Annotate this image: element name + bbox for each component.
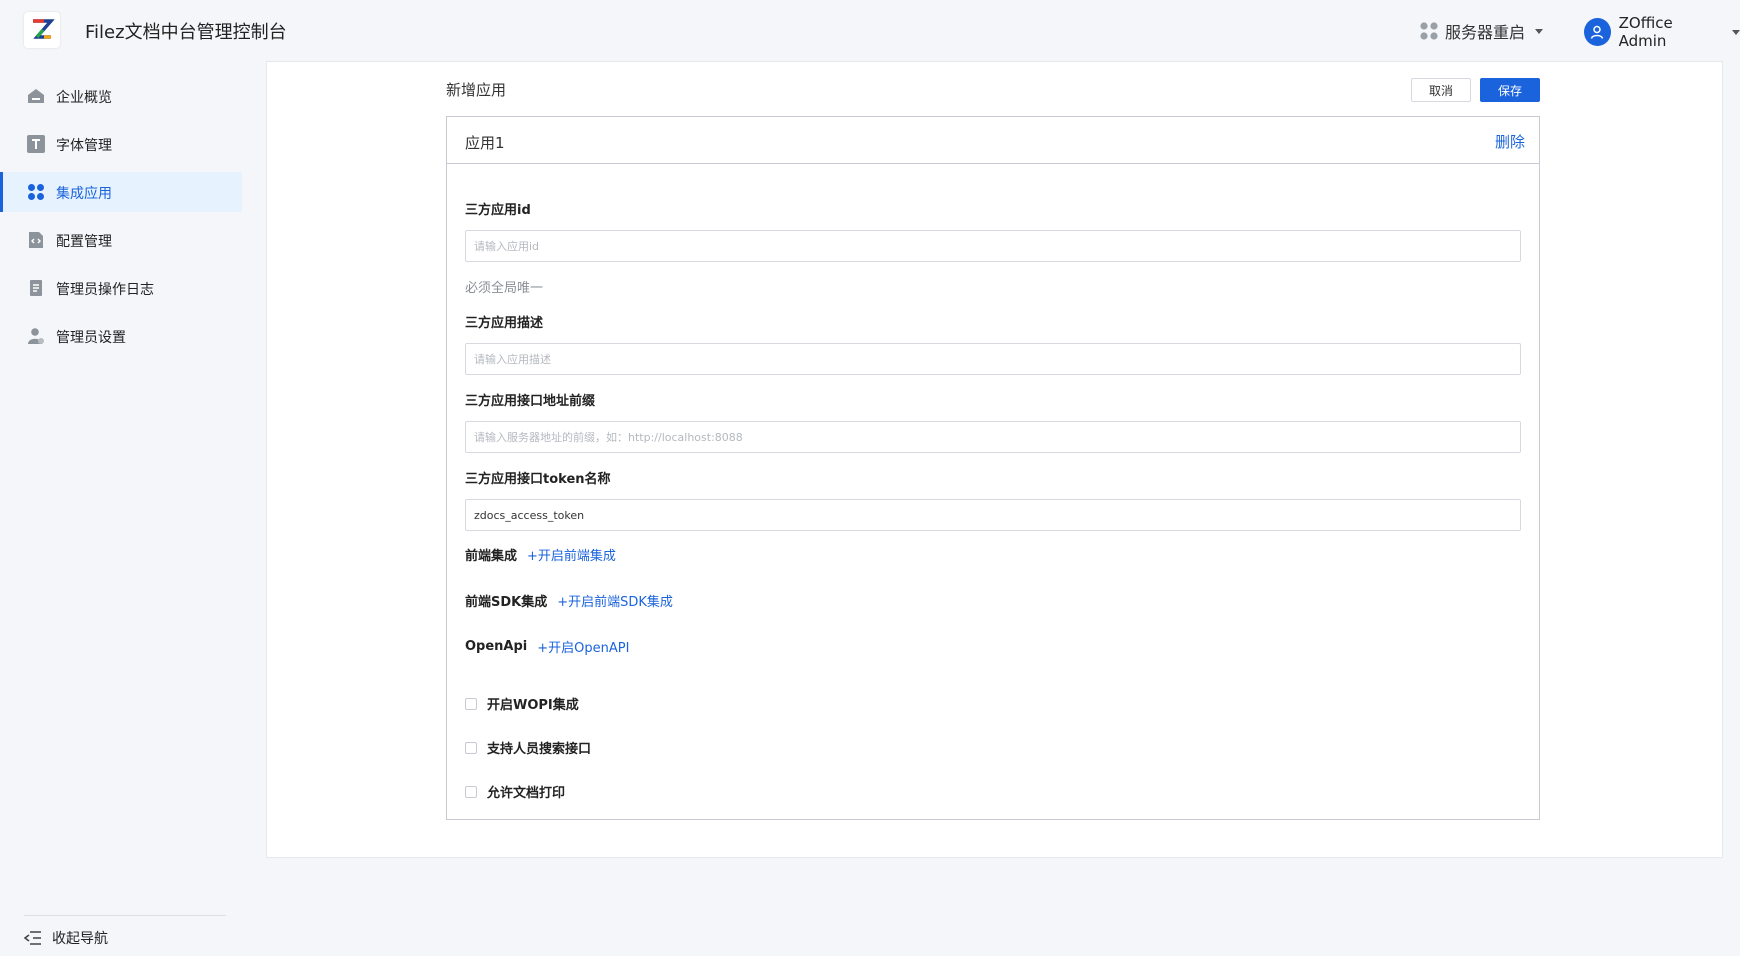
sidebar-item-admin-log[interactable]: 管理员操作日志 [0, 268, 242, 308]
card-title: 应用1 [465, 134, 505, 152]
enable-frontend-integration-link[interactable]: +开启前端集成 [527, 545, 616, 564]
cancel-button[interactable]: 取消 [1411, 78, 1471, 102]
token-name-label: 三方应用接口token名称 [465, 472, 611, 487]
sidebar-item-overview[interactable]: 企业概览 [0, 76, 242, 116]
sidebar-item-fonts[interactable]: 字体管理 [0, 124, 242, 164]
app-id-hint: 必须全局唯一 [465, 281, 544, 296]
enable-frontend-sdk-link[interactable]: +开启前端SDK集成 [557, 591, 673, 610]
print-checkbox[interactable] [465, 785, 477, 798]
app-id-label: 三方应用id [465, 203, 531, 218]
sidebar-divider [24, 915, 226, 916]
openapi-row: OpenApi +开启OpenAPI [465, 637, 629, 656]
chevron-down-icon [1732, 29, 1740, 35]
user-name: ZOffice Admin [1618, 14, 1673, 50]
sidebar-item-label: 字体管理 [56, 138, 112, 154]
top-header: Filez文档中台管理控制台 服务器重启 ZOffice Admin [0, 0, 1740, 60]
server-grid-icon [1420, 22, 1438, 40]
frontend-sdk-label: 前端SDK集成 [465, 595, 548, 610]
building-icon [28, 89, 44, 103]
admin-user-icon [28, 328, 44, 344]
token-name-input[interactable] [465, 499, 1521, 531]
user-menu[interactable]: ZOffice Admin [1584, 14, 1740, 50]
user-search-checkbox-row[interactable]: 支持人员搜索接口 [465, 738, 591, 757]
sidebar-item-admin-settings[interactable]: 管理员设置 [0, 316, 242, 356]
delete-button[interactable]: 删除 [1495, 131, 1525, 152]
frontend-integration-label: 前端集成 [465, 549, 518, 564]
collapse-nav-label: 收起导航 [52, 931, 108, 947]
avatar [1584, 18, 1611, 46]
filez-logo[interactable] [24, 12, 60, 48]
server-restart-menu[interactable]: 服务器重启 [1419, 19, 1544, 43]
wopi-checkbox-row[interactable]: 开启WOPI集成 [465, 694, 579, 713]
app-desc-label: 三方应用描述 [465, 316, 544, 331]
api-prefix-label: 三方应用接口地址前缀 [465, 394, 596, 409]
sidebar-item-label: 配置管理 [56, 234, 112, 250]
collapse-menu-icon [24, 931, 41, 945]
app-desc-input[interactable] [465, 343, 1521, 375]
font-icon [27, 135, 45, 153]
config-file-icon [29, 232, 43, 248]
chevron-down-icon [1535, 28, 1544, 34]
frontend-integration-row: 前端集成 +开启前端集成 [465, 545, 616, 564]
print-checkbox-label: 允许文档打印 [487, 786, 566, 801]
sidebar-item-label: 管理员操作日志 [56, 282, 154, 298]
page-title: 新增应用 [446, 81, 507, 99]
sidebar-item-config[interactable]: 配置管理 [0, 220, 242, 260]
sidebar-item-integrations[interactable]: 集成应用 [0, 172, 242, 212]
print-checkbox-row[interactable]: 允许文档打印 [465, 782, 565, 801]
card-header: 应用1 删除 [447, 117, 1539, 164]
wopi-checkbox-label: 开启WOPI集成 [487, 698, 579, 713]
user-icon [1591, 25, 1604, 39]
sidebar-item-label: 集成应用 [56, 186, 112, 202]
sidebar: 企业概览 字体管理 集成应用 配置管理 管理员操作日志 管理员设置 [0, 60, 242, 956]
frontend-sdk-row: 前端SDK集成 +开启前端SDK集成 [465, 591, 673, 610]
wopi-checkbox[interactable] [465, 697, 477, 710]
apps-grid-icon [28, 184, 44, 200]
user-search-checkbox[interactable] [465, 741, 477, 754]
sidebar-item-label: 企业概览 [56, 90, 112, 106]
save-button[interactable]: 保存 [1480, 78, 1540, 102]
api-prefix-input[interactable] [465, 421, 1521, 453]
server-restart-label: 服务器重启 [1445, 23, 1526, 42]
user-search-checkbox-label: 支持人员搜索接口 [487, 742, 592, 757]
z-logo-icon [33, 19, 55, 39]
app-title: Filez文档中台管理控制台 [85, 22, 287, 43]
app-id-input[interactable] [465, 230, 1521, 262]
collapse-nav-button[interactable]: 收起导航 [24, 928, 108, 948]
log-document-icon [30, 280, 42, 296]
enable-openapi-link[interactable]: +开启OpenAPI [537, 637, 629, 656]
openapi-label: OpenApi [465, 639, 528, 654]
sidebar-item-label: 管理员设置 [56, 330, 126, 346]
